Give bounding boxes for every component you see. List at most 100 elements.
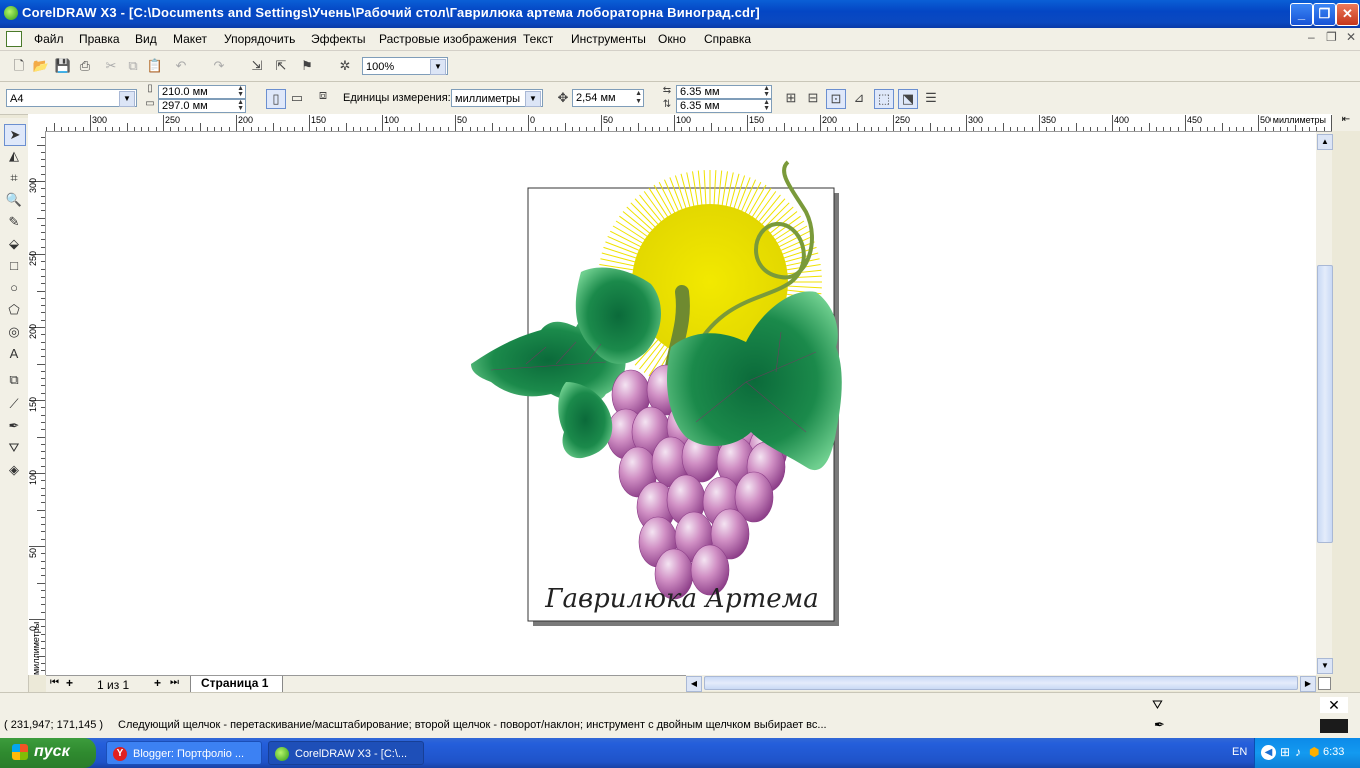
pick-tool-icon[interactable]: ➤ [4,124,26,146]
options-icon[interactable]: ☰ [922,89,940,107]
open-icon[interactable]: 📂 [32,57,50,75]
page-height-field[interactable]: 297.0 мм ▲ ▼ [158,99,246,113]
add-page-after-icon[interactable]: + [154,676,161,690]
volume-icon[interactable]: ♪ [1295,745,1301,759]
spinner-icon[interactable]: ▲ ▼ [763,85,770,98]
eyedropper-icon[interactable]: ⟋ [4,394,24,414]
taskbar-item-blogger[interactable]: Y Blogger: Портфоліо ... [106,741,262,765]
freehand-tool-icon[interactable]: ✎ [4,212,24,232]
import-icon[interactable]: ⇲ [248,57,266,75]
menu-effects[interactable]: Эффекты [311,32,366,46]
taskbar-item-coreldraw[interactable]: CorelDRAW X3 - [C:\... [268,741,424,765]
menu-window[interactable]: Окно [658,32,686,46]
menu-arrange[interactable]: Упорядочить [224,32,295,46]
menu-edit[interactable]: Правка [79,32,120,46]
horizontal-scroll-thumb[interactable] [704,676,1298,690]
new-icon[interactable]: 🗋 [10,57,28,75]
paper-size-select[interactable]: A4 ▼ [6,89,137,107]
duplicate-y-field[interactable]: 6.35 мм ▲ ▼ [676,99,772,113]
treat-as-filled-icon[interactable]: ⬚ [874,89,894,109]
last-page-icon[interactable]: ⏭ [170,677,179,688]
interactive-blend-icon[interactable]: ⧉ [4,370,24,390]
first-page-icon[interactable]: ⏮ [50,677,59,688]
spinner-icon[interactable]: ▲ ▼ [237,85,244,98]
doc-minimize-icon[interactable]: – [1308,30,1315,44]
polygon-tool-icon[interactable]: ⬠ [4,300,24,320]
outline-color-swatch[interactable] [1320,719,1348,733]
title-bar[interactable]: CorelDRAW X3 - [C:\Documents and Setting… [0,0,1360,28]
landscape-icon[interactable]: ▭ [288,89,306,107]
page-tab[interactable]: Страница 1 [190,676,284,693]
zoom-tool-icon[interactable]: 🔍 [4,190,24,210]
portrait-icon[interactable]: ▯ [266,89,286,109]
spinner-icon[interactable]: ▲ ▼ [237,99,244,112]
vertical-scroll-thumb[interactable] [1317,265,1333,543]
scroll-right-icon[interactable]: ▶ [1300,676,1316,692]
add-page-before-icon[interactable]: + [66,676,73,690]
snap-to-guidelines-icon[interactable]: ⊟ [804,89,822,107]
security-icon[interactable]: ⬢ [1309,745,1319,759]
print-icon[interactable]: ⎙ [76,57,94,75]
paste-icon[interactable]: 📋 [146,57,164,75]
menu-text[interactable]: Текст [523,32,553,46]
start-button[interactable]: пуск [0,738,96,768]
dynamic-guides-icon[interactable]: ⊿ [850,89,868,107]
scroll-up-icon[interactable]: ▲ [1317,134,1333,150]
text-tool-icon[interactable]: A [4,344,24,364]
spinner-icon[interactable]: ▲ ▼ [635,90,642,106]
horizontal-scrollbar[interactable]: ◀ ▶ [686,675,1316,692]
save-icon[interactable]: 💾 [54,57,72,75]
redo-icon[interactable]: ↷ [210,57,228,75]
nudge-distance-field[interactable]: 2,54 мм ▲ ▼ [572,89,644,107]
network-icon[interactable]: ⊞ [1280,745,1290,759]
zoom-select[interactable]: 100% ▼ [362,57,448,75]
horizontal-ruler[interactable]: 300 250 200 150 100 50 0 50 100 150 200 250 300 350 40… [28,114,1332,132]
rectangle-tool-icon[interactable]: □ [4,256,24,276]
scroll-down-icon[interactable]: ▼ [1317,658,1333,674]
draw-with-outline-icon[interactable]: ⬔ [898,89,918,109]
undo-icon[interactable]: ↶ [172,57,190,75]
crop-tool-icon[interactable]: ⌗ [4,168,24,188]
units-select[interactable]: миллиметры ▼ [451,89,543,107]
application-launcher-icon[interactable]: ⚑ [298,57,316,75]
menu-tools[interactable]: Инструменты [571,32,646,46]
duplicate-x-field[interactable]: 6.35 мм ▲ ▼ [676,85,772,99]
snap-to-grid-icon[interactable]: ⊞ [782,89,800,107]
menu-file[interactable]: Файл [34,32,64,46]
copy-icon[interactable]: ⧉ [124,57,142,75]
fill-tool-icon[interactable]: ⛛ [4,438,24,458]
menu-help[interactable]: Справка [704,32,751,46]
drawing-artwork[interactable]: Гаврилюка Артема [46,132,1316,675]
spinner-icon[interactable]: ▲ ▼ [763,99,770,112]
interactive-fill-icon[interactable]: ◈ [4,460,24,480]
smart-fill-icon[interactable]: ⬙ [4,234,24,254]
chevron-down-icon[interactable]: ▼ [525,91,541,107]
welcome-screen-icon[interactable]: ✲ [336,57,354,75]
drawing-canvas[interactable]: Гаврилюка Артема [46,132,1316,675]
fill-status-icon[interactable]: ⛛ [1152,697,1163,713]
menu-bitmaps[interactable]: Растровые изображения [379,32,517,46]
menu-layout[interactable]: Макет [173,32,207,46]
doc-close-icon[interactable]: ✕ [1346,30,1356,44]
minimize-button[interactable]: _ [1290,3,1313,26]
tray-expand-icon[interactable]: ◀ [1261,745,1276,760]
vertical-scrollbar[interactable]: ▲ ▼ [1316,132,1333,675]
chevron-down-icon[interactable]: ▼ [430,59,446,75]
outline-pen-icon[interactable]: ✒ [4,416,24,436]
doc-restore-icon[interactable]: ❐ [1326,30,1337,44]
cut-icon[interactable]: ✂ [102,57,120,75]
menu-view[interactable]: Вид [135,32,157,46]
outline-status-icon[interactable]: ✒ [1154,717,1165,733]
chevron-down-icon[interactable]: ▼ [119,91,135,107]
export-icon[interactable]: ⇱ [272,57,290,75]
scroll-left-icon[interactable]: ◀ [686,676,702,692]
vertical-ruler[interactable]: 300 250 200 150 100 50 0 миллиметры [28,131,46,675]
close-button[interactable]: ✕ [1336,3,1359,26]
basic-shapes-icon[interactable]: ◎ [4,322,24,342]
language-indicator[interactable]: EN [1232,746,1247,758]
dock-arrow-icon[interactable]: ⇤ [1332,114,1360,131]
ellipse-tool-icon[interactable]: ○ [4,278,24,298]
view-toggle-icon[interactable] [1318,677,1331,690]
shape-tool-icon[interactable]: ◭ [4,146,24,166]
page-width-field[interactable]: 210.0 мм ▲ ▼ [158,85,246,99]
